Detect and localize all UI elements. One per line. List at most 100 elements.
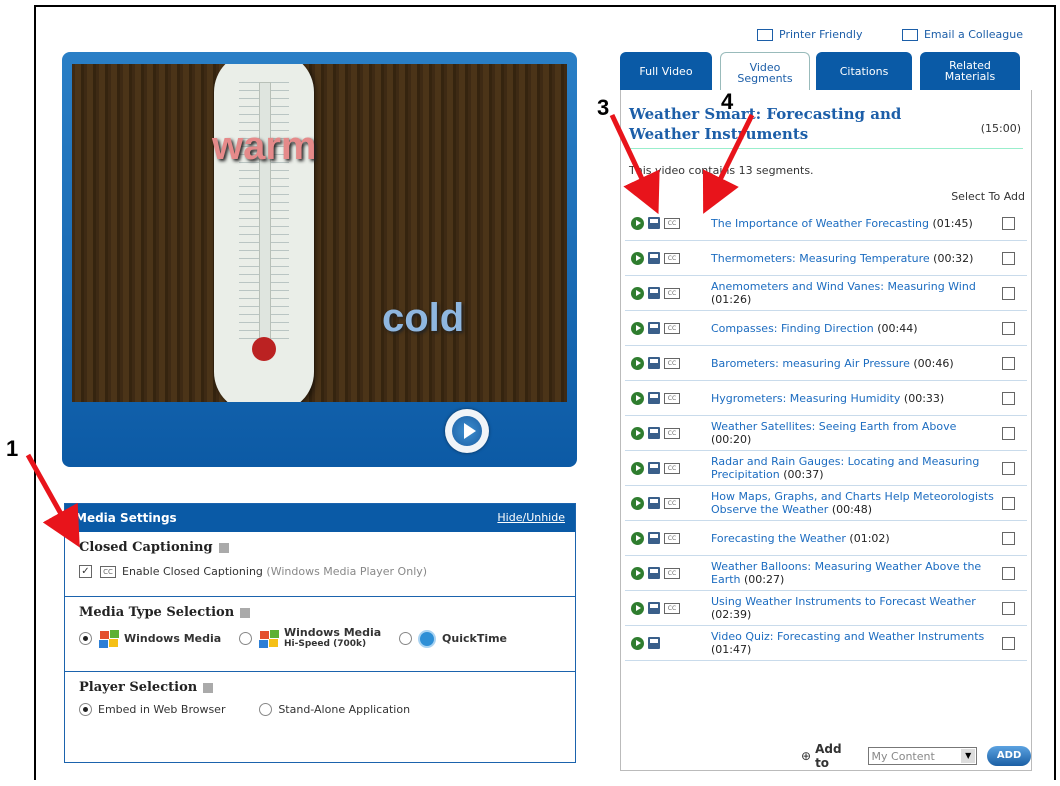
segment-link[interactable]: Radar and Rain Gauges: Locating and Meas… [711,455,1002,481]
segment-link[interactable]: Weather Balloons: Measuring Weather Abov… [711,560,1002,586]
download-icon[interactable] [648,217,660,229]
download-icon[interactable] [648,567,660,579]
media-windows-hispeed-sub: Hi-Speed (700k) [284,639,367,649]
download-icon[interactable] [648,497,660,509]
segment-add-checkbox[interactable] [1002,426,1015,440]
segment-link[interactable]: Using Weather Instruments to Forecast We… [711,595,1002,621]
hide-unhide-link[interactable]: Hide/Unhide [497,504,565,532]
segment-link[interactable]: Forecasting the Weather (01:02) [711,532,1002,545]
download-icon[interactable] [648,322,660,334]
play-icon[interactable] [631,461,644,475]
segment-add-checkbox[interactable] [1002,251,1015,265]
segment-add-checkbox[interactable] [1002,216,1015,230]
media-windows-hispeed-radio[interactable] [239,632,253,645]
segment-link[interactable]: Weather Satellites: Seeing Earth from Ab… [711,420,1002,446]
segment-row: CC Forecasting the Weather (01:02) [625,521,1027,556]
download-icon[interactable] [648,287,660,299]
segment-time: (00:46) [913,356,954,370]
segment-link[interactable]: Thermometers: Measuring Temperature (00:… [711,252,1002,265]
segment-add-checkbox[interactable] [1002,636,1015,650]
cc-icon[interactable]: CC [664,287,680,299]
segment-icons: CC [625,496,711,510]
cc-icon[interactable]: CC [664,217,680,229]
tab-related-materials[interactable]: Related Materials [920,52,1020,90]
enable-cc-checkbox[interactable]: ✓ [79,565,92,578]
segment-title: The Importance of Weather Forecasting [711,216,929,230]
segment-link[interactable]: Video Quiz: Forecasting and Weather Inst… [711,630,1002,656]
segment-link[interactable]: Hygrometers: Measuring Humidity (00:33) [711,392,1002,405]
play-button[interactable] [445,409,489,453]
download-icon[interactable] [648,532,660,544]
tab-citations[interactable]: Citations [816,52,912,90]
download-icon[interactable] [648,252,660,264]
video-title[interactable]: Weather Smart: Forecasting and Weather I… [629,104,939,144]
segment-time: (00:33) [903,391,945,405]
segment-row: CC Thermometers: Measuring Temperature (0… [625,241,1027,276]
cc-icon[interactable]: CC [664,602,680,614]
cc-icon[interactable]: CC [664,252,680,264]
segment-add-checkbox[interactable] [1002,356,1015,370]
segment-icons [625,636,711,650]
segment-link[interactable]: Anemometers and Wind Vanes: Measuring Wi… [711,280,1002,306]
cc-icon[interactable]: CC [664,427,680,439]
video-frame[interactable]: warm cold [72,64,567,402]
play-icon[interactable] [631,286,644,300]
download-icon[interactable] [648,462,660,474]
segment-add-checkbox[interactable] [1002,531,1015,545]
play-icon[interactable] [631,216,644,230]
add-button[interactable]: ADD [987,746,1031,766]
embed-browser-radio[interactable] [79,703,92,716]
play-icon[interactable] [631,566,644,580]
standalone-radio[interactable] [259,703,273,716]
segment-add-checkbox[interactable] [1002,286,1015,300]
segment-link[interactable]: The Importance of Weather Forecasting (0… [711,217,1002,230]
play-icon[interactable] [631,601,644,615]
play-icon[interactable] [631,426,644,440]
segment-time: (00:44) [877,321,918,335]
tab-full-video[interactable]: Full Video [620,52,712,90]
play-icon[interactable] [631,356,644,370]
play-icon[interactable] [631,496,644,510]
play-icon[interactable] [631,531,644,545]
cc-icon[interactable]: CC [664,567,680,579]
add-to-select[interactable]: My Content [867,747,978,765]
tab-video-segments[interactable]: Video Segments [720,52,810,93]
segment-link[interactable]: Barometers: measuring Air Pressure (00:4… [711,357,1002,370]
play-icon[interactable] [631,636,644,650]
media-quicktime-radio[interactable] [399,632,413,645]
segment-title: Using Weather Instruments to Forecast We… [711,595,976,608]
cc-icon[interactable]: CC [664,357,680,369]
download-icon[interactable] [648,392,660,404]
segment-link[interactable]: Compasses: Finding Direction (00:44) [711,322,1002,335]
segment-add-checkbox[interactable] [1002,461,1015,475]
email-colleague-link[interactable]: Email a Colleague [901,28,1041,41]
segment-add-checkbox[interactable] [1002,566,1015,580]
segment-time: (00:32) [933,251,974,265]
segment-link[interactable]: How Maps, Graphs, and Charts Help Meteor… [711,490,1002,516]
help-icon[interactable] [240,607,251,618]
cc-icon[interactable]: CC [664,532,680,544]
segment-add-checkbox[interactable] [1002,601,1015,615]
download-icon[interactable] [648,427,660,439]
play-icon[interactable] [631,391,644,405]
segment-add-checkbox[interactable] [1002,391,1015,405]
play-icon[interactable] [631,251,644,265]
segment-list: CC The Importance of Weather Forecasting … [625,206,1027,661]
segment-time: (00:20) [711,433,752,446]
printer-friendly-link[interactable]: Printer Friendly [757,28,880,41]
download-icon[interactable] [648,357,660,369]
cc-icon[interactable]: CC [664,462,680,474]
help-icon[interactable] [218,542,229,553]
cc-icon[interactable]: CC [664,497,680,509]
cc-icon[interactable]: CC [664,322,680,334]
segment-add-checkbox[interactable] [1002,496,1015,510]
play-icon[interactable] [631,321,644,335]
download-icon[interactable] [648,637,660,649]
help-icon[interactable] [203,682,214,693]
segment-add-checkbox[interactable] [1002,321,1015,335]
video-word-warm: warm [212,124,317,168]
download-icon[interactable] [648,602,660,614]
media-windows-radio[interactable] [79,632,92,645]
cc-icon[interactable]: CC [664,392,680,404]
cc-icon: CC [100,565,116,578]
